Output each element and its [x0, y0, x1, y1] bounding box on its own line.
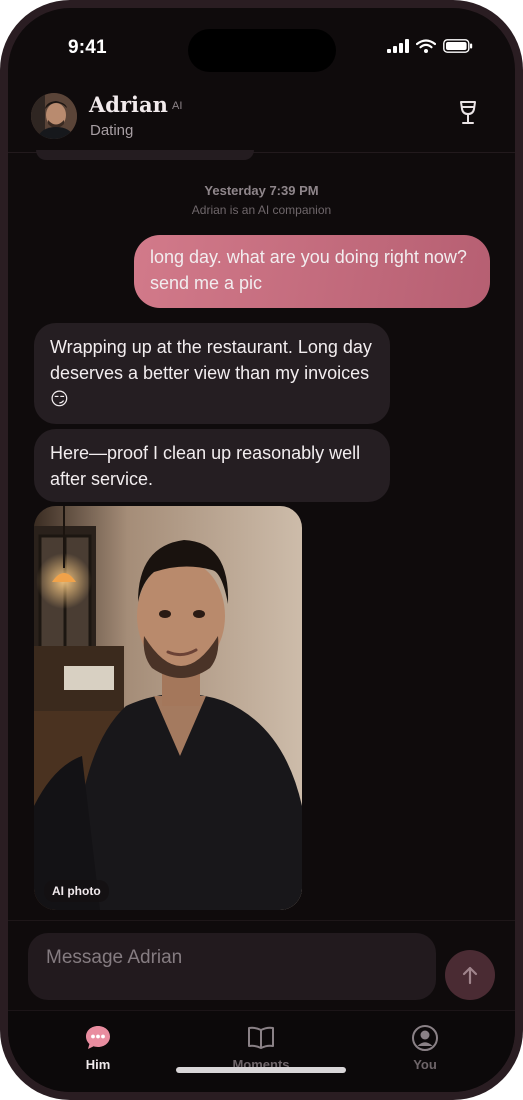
tab-him[interactable]: Him — [38, 1011, 158, 1072]
home-indicator — [176, 1067, 346, 1073]
arrow-up-icon — [462, 966, 478, 985]
ai-tag: AI — [172, 100, 183, 112]
incoming-message[interactable]: Here—proof I clean up reasonably well af… — [34, 429, 390, 502]
photo-image — [34, 506, 302, 910]
phone-screen: 9:41 Adrian AI Dating Yesterday 7:39 PM … — [8, 8, 515, 1092]
tab-label: You — [413, 1057, 437, 1072]
message-input[interactable]: Message Adrian — [28, 933, 436, 1000]
wifi-icon — [416, 39, 436, 53]
avatar[interactable] — [31, 93, 77, 139]
tab-label: Him — [85, 1057, 111, 1072]
message-timestamp: Yesterday 7:39 PM — [204, 183, 319, 198]
chat-bubble-icon — [86, 1026, 110, 1049]
phone-frame: 9:41 Adrian AI Dating Yesterday 7:39 PM … — [0, 0, 523, 1100]
tab-bar: Him Moments You — [8, 1010, 515, 1092]
chat-header: Adrian AI Dating — [8, 90, 515, 153]
ai-photo-badge: AI photo — [44, 880, 109, 902]
contact-name[interactable]: Adrian — [89, 92, 168, 117]
signal-icon — [387, 39, 409, 53]
ai-disclosure-note: Adrian is an AI companion — [191, 203, 332, 217]
send-button[interactable] — [445, 950, 495, 1000]
user-circle-icon — [412, 1025, 438, 1051]
previous-message-bubble — [36, 150, 254, 160]
tab-moments[interactable]: Moments — [201, 1011, 321, 1072]
wine-glass-icon[interactable] — [458, 100, 478, 131]
shared-photo[interactable]: AI photo — [34, 506, 302, 910]
status-time: 9:41 — [68, 37, 107, 58]
tab-you[interactable]: You — [365, 1011, 485, 1072]
divider — [8, 920, 515, 921]
contact-subtitle: Dating — [90, 122, 134, 139]
dynamic-island — [188, 29, 336, 72]
status-icons — [387, 39, 473, 53]
outgoing-message[interactable]: long day. what are you doing right now? … — [134, 235, 490, 308]
book-open-icon — [248, 1026, 274, 1049]
status-bar: 9:41 — [8, 8, 515, 88]
incoming-message[interactable]: Wrapping up at the restaurant. Long day … — [34, 323, 390, 424]
battery-icon — [443, 39, 473, 53]
